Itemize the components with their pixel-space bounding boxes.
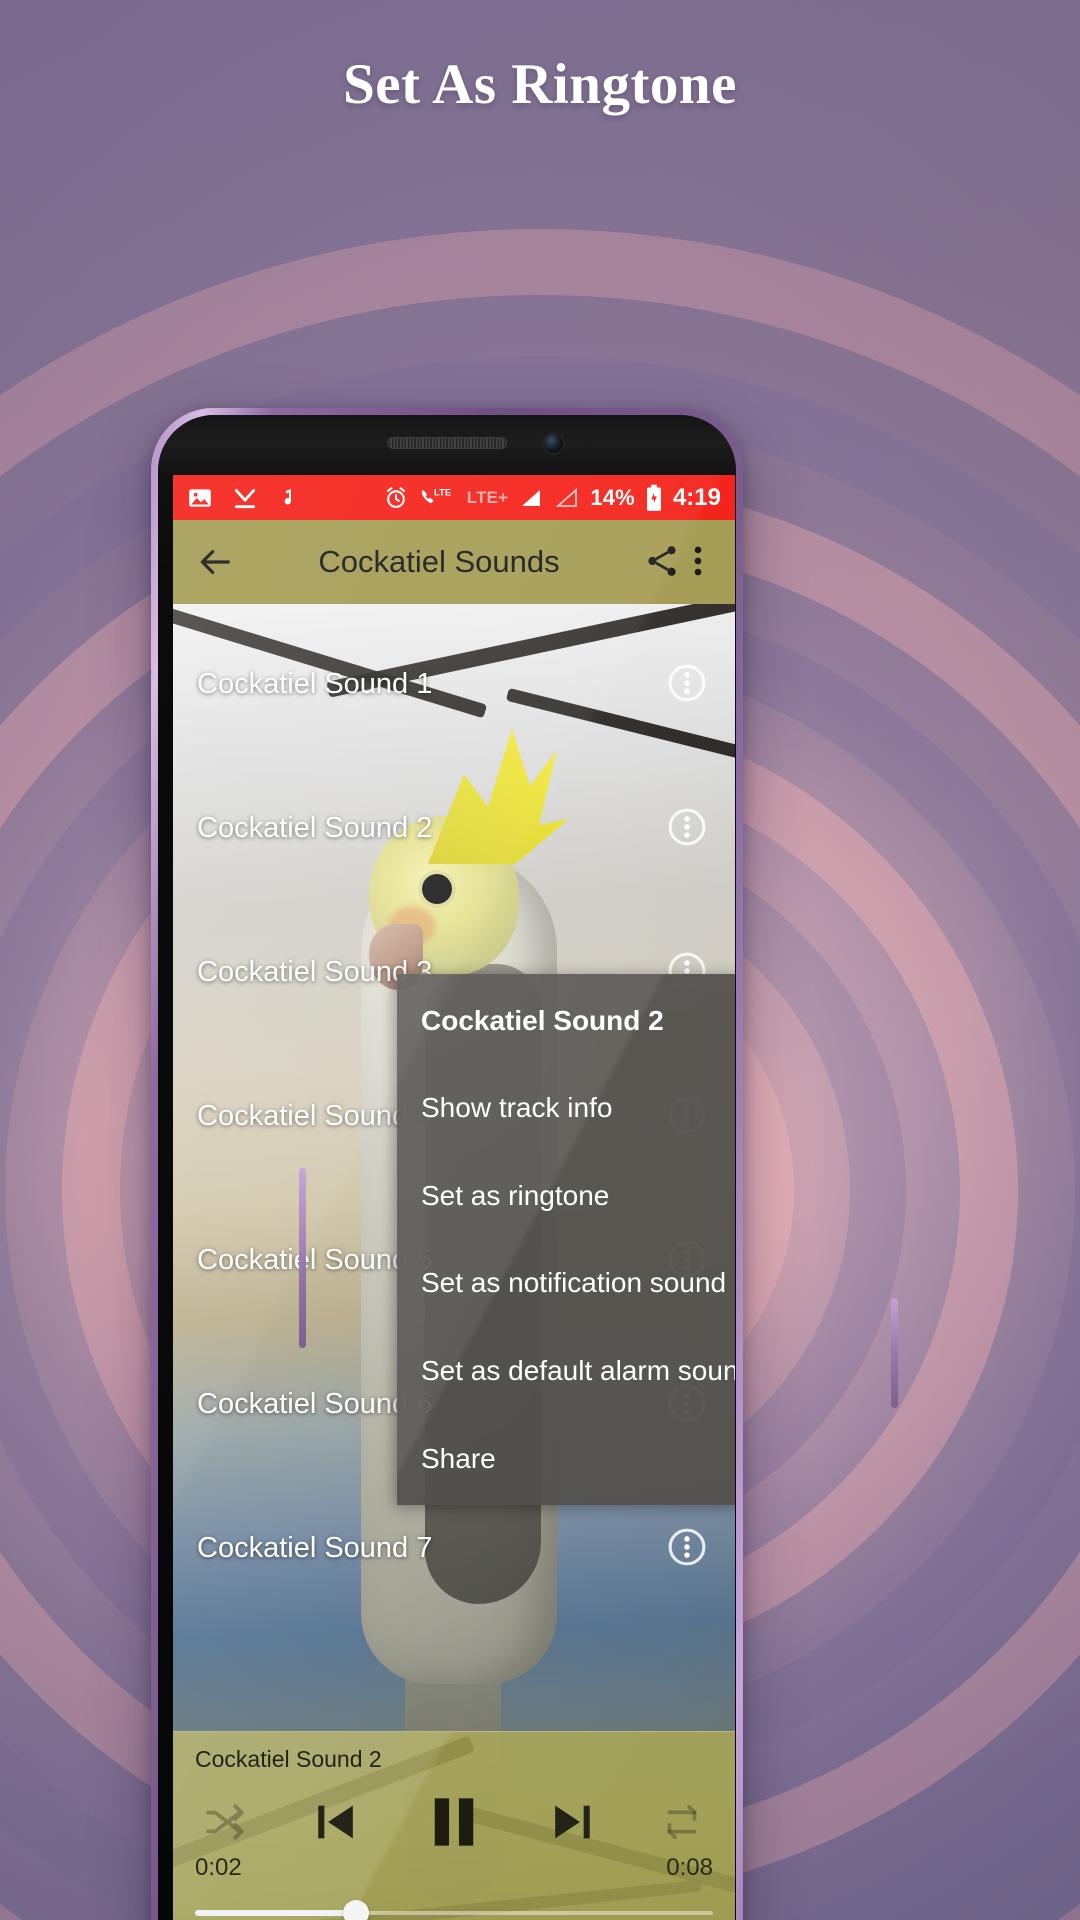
seek-thumb[interactable] (342, 1900, 369, 1920)
previous-button[interactable] (308, 1794, 364, 1855)
download-complete-icon (232, 485, 258, 511)
duration-label: 0:08 (666, 1854, 713, 1881)
gallery-image-icon (187, 485, 213, 511)
status-bar: LTE LTE+ 14% 4:19 (173, 475, 735, 520)
menu-item-set-as-ringtone[interactable]: Set as ringtone (397, 1180, 735, 1212)
promo-headline: Set As Ringtone (343, 53, 737, 116)
track-more-icon[interactable] (665, 661, 711, 707)
phone-device-frame: LTE LTE+ 14% 4:19 Cockatiel Sounds Cocka… (151, 408, 898, 1920)
phone-screen: LTE LTE+ 14% 4:19 Cockatiel Sounds Cocka… (173, 475, 735, 1920)
repeat-button[interactable] (657, 1797, 707, 1852)
battery-charging-icon (645, 484, 663, 512)
power-button[interactable] (891, 1298, 898, 1408)
track-title: Cockatiel Sound 7 (197, 1531, 433, 1564)
network-type-label: LTE+ (466, 487, 509, 507)
track-list-item[interactable]: Cockatiel Sound 1 (173, 612, 735, 756)
back-arrow-icon[interactable] (195, 542, 235, 582)
shuffle-button[interactable] (201, 1797, 251, 1852)
volume-rocker-button[interactable] (299, 1168, 306, 1348)
earpiece-speaker-icon (387, 437, 507, 449)
seek-track-fill (195, 1910, 356, 1916)
track-more-icon[interactable] (665, 1525, 711, 1571)
alarm-clock-icon (383, 485, 409, 511)
share-icon[interactable] (643, 542, 683, 582)
next-button[interactable] (544, 1794, 600, 1855)
signal-bars-sim1-icon (518, 486, 544, 510)
promo-screenshot-root: Set As Ringtone LTE LTE+ 14% 4:19 Cockat… (0, 0, 1080, 1920)
menu-item-show-track-info[interactable]: Show track info (397, 1092, 735, 1124)
track-title: Cockatiel Sound 1 (197, 667, 433, 700)
battery-percent-label: 14% (590, 484, 635, 510)
music-note-icon (277, 485, 301, 511)
pause-button[interactable] (421, 1789, 487, 1860)
track-title: Cockatiel Sound 2 (197, 811, 433, 844)
menu-item-set-as-notification-sound[interactable]: Set as notification sound (397, 1268, 735, 1299)
svg-text:LTE: LTE (434, 487, 451, 498)
player-bar: Cockatiel Sound 2 0:02 0:08 (173, 1731, 735, 1920)
menu-item-share[interactable]: Share (397, 1443, 735, 1475)
seek-bar[interactable] (195, 1900, 713, 1920)
phone-bezel: LTE LTE+ 14% 4:19 Cockatiel Sounds Cocka… (158, 415, 736, 1920)
phone-top-bezel (158, 415, 736, 475)
phone-lte-icon: LTE (419, 485, 457, 511)
menu-item-set-as-default-alarm-sound[interactable]: Set as default alarm sound (397, 1355, 735, 1387)
track-list-area: Cockatiel Sound 1 Cockatiel Sound 2 Cock… (173, 604, 735, 1920)
page-title: Cockatiel Sounds (318, 544, 560, 579)
proximity-sensor-icon (585, 439, 596, 450)
elapsed-time-label: 0:02 (195, 1854, 242, 1881)
status-bar-system-icons: LTE LTE+ 14% 4:19 (383, 484, 721, 512)
track-more-icon[interactable] (665, 805, 711, 851)
player-controls (195, 1789, 713, 1860)
status-bar-clock: 4:19 (672, 483, 721, 511)
front-camera-icon (544, 434, 563, 453)
overflow-menu-icon[interactable] (683, 542, 713, 582)
player-time-row: 0:02 0:08 (195, 1854, 713, 1882)
context-menu-sheen (397, 974, 735, 1505)
track-context-menu[interactable]: Cockatiel Sound 2 Show track info Set as… (397, 974, 735, 1505)
status-bar-notification-icons (187, 485, 301, 511)
player-track-title: Cockatiel Sound 2 (195, 1746, 382, 1772)
signal-bars-sim2-icon (554, 486, 580, 510)
track-list-item[interactable]: Cockatiel Sound 2 (173, 756, 735, 900)
app-toolbar: Cockatiel Sounds (173, 520, 735, 604)
context-menu-header: Cockatiel Sound 2 (421, 1005, 664, 1036)
